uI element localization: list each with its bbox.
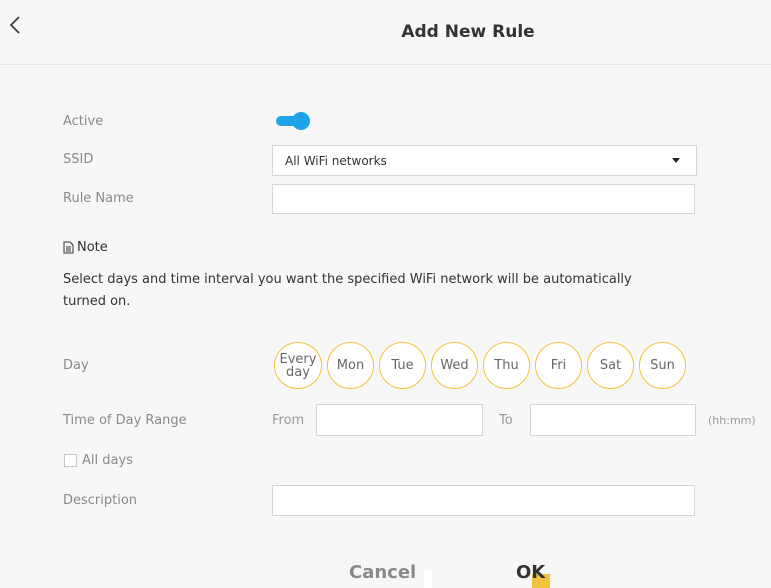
- from-time-input[interactable]: [316, 404, 483, 436]
- cancel-button[interactable]: Cancel: [349, 562, 416, 583]
- time-format-hint: (hh:mm): [708, 414, 756, 427]
- day-button-wed[interactable]: Wed: [431, 342, 478, 389]
- day-button-thu[interactable]: Thu: [483, 342, 530, 389]
- day-button-fri[interactable]: Fri: [535, 342, 582, 389]
- page-title: Add New Rule: [401, 22, 535, 42]
- day-label: Day: [63, 358, 89, 373]
- toggle-knob: [292, 112, 310, 130]
- active-label: Active: [63, 114, 104, 129]
- note-heading-label: Note: [77, 240, 108, 255]
- all-days-checkbox[interactable]: [64, 454, 77, 467]
- day-button-tue[interactable]: Tue: [379, 342, 426, 389]
- time-range-label: Time of Day Range: [63, 413, 187, 428]
- to-label: To: [499, 413, 513, 428]
- note-icon: [63, 241, 74, 254]
- ssid-selected-value: All WiFi networks: [285, 153, 387, 168]
- active-toggle[interactable]: [276, 112, 310, 130]
- to-time-input[interactable]: [530, 404, 696, 436]
- description-input[interactable]: [272, 485, 695, 516]
- note-text: Select days and time interval you want t…: [63, 272, 632, 309]
- ssid-select[interactable]: All WiFi networks: [272, 145, 697, 176]
- page-header: Add New Rule: [0, 0, 771, 65]
- ssid-label: SSID: [63, 152, 94, 167]
- ok-button[interactable]: OK: [516, 562, 545, 583]
- caret-down-icon: [672, 158, 680, 163]
- rule-name-label: Rule Name: [63, 191, 134, 206]
- day-selector: Every day Mon Tue Wed Thu Fri Sat Sun: [274, 342, 686, 389]
- cancel-button-edge: [424, 570, 432, 588]
- add-new-rule-page: Add New Rule Active SSID All WiFi networ…: [0, 0, 771, 588]
- day-button-sat[interactable]: Sat: [587, 342, 634, 389]
- day-button-sun[interactable]: Sun: [639, 342, 686, 389]
- from-label: From: [272, 413, 305, 428]
- day-button-everyday[interactable]: Every day: [274, 342, 322, 389]
- all-days-checkbox-row[interactable]: All days: [64, 453, 133, 468]
- all-days-label: All days: [82, 453, 133, 468]
- description-label: Description: [63, 493, 138, 508]
- note-heading: Note: [63, 240, 108, 255]
- rule-name-input[interactable]: [272, 184, 695, 214]
- day-button-mon[interactable]: Mon: [327, 342, 374, 389]
